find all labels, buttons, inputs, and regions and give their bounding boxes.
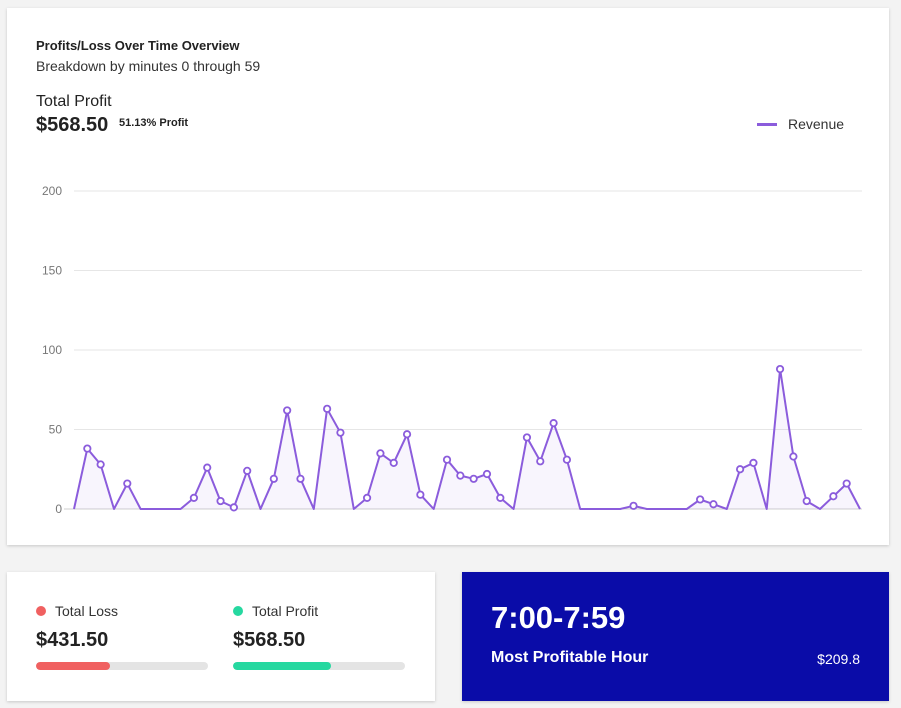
revenue-data-point <box>536 457 545 466</box>
revenue-area-chart: 0 50 100 150 200 <box>42 184 862 516</box>
revenue-data-point <box>709 500 718 509</box>
revenue-data-point <box>802 496 811 506</box>
revenue-data-point <box>189 493 198 502</box>
revenue-data-point <box>789 452 798 461</box>
y-tick-label: 50 <box>49 423 63 437</box>
y-tick-label: 0 <box>55 502 62 516</box>
best-hour-label: Most Profitable Hour <box>491 649 649 666</box>
total-profit-stat: Total Profit $568.50 <box>233 603 408 670</box>
revenue-data-point <box>402 430 412 439</box>
revenue-data-point <box>323 404 332 413</box>
revenue-data-point <box>269 474 278 483</box>
loss-dot-icon <box>36 606 46 616</box>
profit-loss-summary-card: Total Loss $431.50 Total Profit $568.50 <box>7 572 435 701</box>
revenue-data-point <box>229 503 238 512</box>
total-loss-stat: Total Loss $431.50 <box>36 603 211 670</box>
revenue-data-point <box>283 406 292 415</box>
revenue-data-point <box>389 458 398 467</box>
y-tick-label: 200 <box>42 184 62 198</box>
revenue-data-point <box>749 458 758 467</box>
revenue-data-point <box>629 501 638 510</box>
revenue-data-point <box>296 474 305 483</box>
revenue-data-point <box>496 493 505 502</box>
revenue-data-point <box>469 474 478 483</box>
revenue-data-point <box>456 471 465 480</box>
revenue-data-point <box>696 495 705 504</box>
profit-dot-icon <box>233 606 243 616</box>
revenue-data-point <box>775 364 785 374</box>
revenue-data-point <box>549 419 558 428</box>
loss-progress-track <box>36 662 208 670</box>
revenue-data-point <box>736 465 745 474</box>
revenue-data-point <box>203 463 212 472</box>
revenue-data-point <box>442 455 452 464</box>
total-profit-stat-value: $568.50 <box>233 629 306 651</box>
total-loss-value: $431.50 <box>36 629 109 651</box>
revenue-data-point <box>216 496 225 506</box>
best-hour-range: 7:00-7:59 <box>491 600 626 635</box>
revenue-data-point <box>336 428 345 437</box>
revenue-data-point <box>362 493 372 502</box>
total-profit-stat-label: Total Profit <box>252 603 319 619</box>
revenue-data-point <box>83 444 92 453</box>
revenue-data-point <box>522 433 532 442</box>
profit-progress-fill <box>233 662 331 670</box>
revenue-data-point <box>829 492 838 501</box>
revenue-data-point <box>243 466 252 475</box>
revenue-data-point <box>123 479 132 488</box>
revenue-area-fill <box>74 369 860 509</box>
revenue-data-point <box>842 479 851 488</box>
revenue-data-point <box>96 460 105 469</box>
revenue-data-point <box>416 490 425 499</box>
total-loss-label: Total Loss <box>55 603 119 619</box>
y-tick-label: 100 <box>42 343 62 357</box>
best-hour-amount: $209.8 <box>817 651 860 667</box>
y-tick-label: 150 <box>42 264 62 278</box>
profit-loss-chart-card: Profits/Loss Over Time Overview Breakdow… <box>7 8 889 545</box>
revenue-data-point <box>482 469 492 479</box>
revenue-data-point <box>562 455 572 464</box>
revenue-data-point <box>376 449 385 458</box>
most-profitable-hour-card: 7:00-7:59 Most Profitable Hour $209.8 <box>462 572 889 701</box>
profit-progress-track <box>233 662 405 670</box>
loss-progress-fill <box>36 662 111 670</box>
